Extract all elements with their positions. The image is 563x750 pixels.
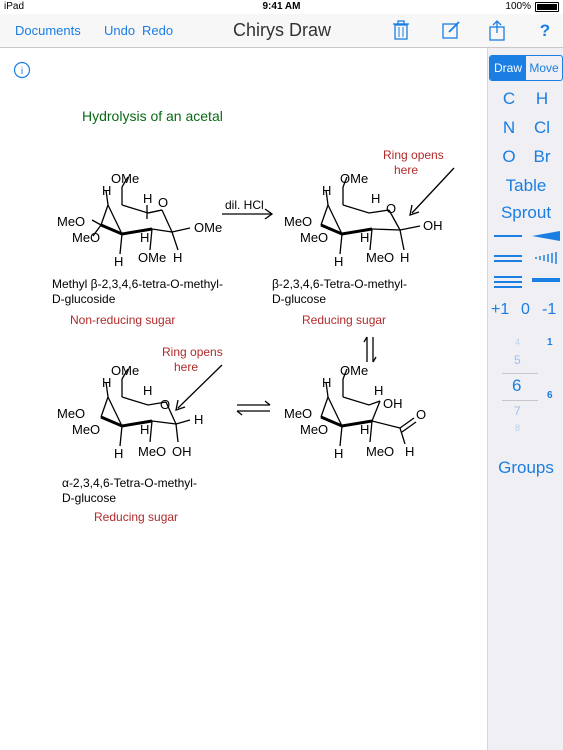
atom-h: H [334,254,343,269]
atom-h: H [194,412,203,427]
atom-ome: OMe [340,363,368,378]
reaction-scheme: OMe H H O MeO MeO OMe H H OMe H OMe H H … [57,148,455,461]
battery-icon [535,1,559,12]
hash-bond-icon[interactable] [535,252,557,264]
ring-size-option[interactable]: 7 [514,404,521,418]
atom-meo: MeO [300,422,328,437]
atom-h: H [140,230,149,245]
groups-button[interactable]: Groups [488,458,563,478]
atom-meo: MeO [300,230,328,245]
atom-meo: MeO [72,230,100,245]
atom-ome: OMe [111,363,139,378]
atom-h: H [173,250,182,265]
charge-minus-button[interactable]: -1 [542,301,556,319]
atom-meo: MeO [366,250,394,265]
atom-o: O [160,397,170,412]
atom-h: H [114,254,123,269]
element-c-button[interactable]: C [494,89,524,109]
ring-opens-note-1-line2: here [394,163,418,177]
charge-plus-button[interactable]: +1 [491,301,509,319]
atom-meo: MeO [138,444,166,459]
element-o-button[interactable]: O [494,147,524,167]
mol3-name-line1: α-2,3,4,6-Tetra-O-methyl- [62,476,197,490]
svg-text:?: ? [540,21,550,40]
element-n-button[interactable]: N [494,118,524,138]
move-mode-button[interactable]: Move [526,56,562,80]
atom-h: H [360,422,369,437]
battery-percent: 100% [505,1,531,12]
atom-oh: OH [172,444,192,459]
element-cl-button[interactable]: Cl [527,118,557,138]
atom-o: O [386,201,396,216]
atom-oh: OH [423,218,443,233]
atom-meo: MeO [284,406,312,421]
atom-h: H [322,375,331,390]
atom-h: H [334,446,343,461]
ring-opens-note-2: Ring opens [162,345,223,359]
atom-h: H [102,375,111,390]
atom-h: H [114,446,123,461]
wedge-bond-icon[interactable] [532,231,560,241]
ring-opens-note-1: Ring opens [383,148,444,162]
atom-h: H [374,383,383,398]
atom-meo: OMe [138,250,166,265]
ring-opens-note-2-line2: here [174,360,198,374]
atom-h: H [102,183,111,198]
atom-ome: OMe [111,171,139,186]
mol1-name-line1: Methyl β-2,3,4,6-tetra-O-methyl- [52,277,223,291]
tool-palette: Draw Move C H N Cl O Br Table Sprout +1 … [487,48,563,750]
atom-h: H [143,383,152,398]
atom-meo: MeO [72,422,100,437]
atom-h: H [400,250,409,265]
mol3-name-line2: D-glucose [62,491,117,505]
atom-h: H [140,422,149,437]
mol1-name-line2: D-glucoside [52,292,116,306]
charge-zero-button[interactable]: 0 [521,301,530,319]
bond-tools [494,231,560,288]
atom-oh: OH [383,396,403,411]
help-icon[interactable]: ? [534,19,556,41]
ring-size-option[interactable]: 4 [515,337,520,347]
ring-size-picker[interactable]: 4 5 6 7 8 [488,333,563,433]
atom-ome: OMe [340,171,368,186]
atom-h: H [322,183,331,198]
ring-size-option[interactable]: 8 [515,423,520,433]
mol2-name-line2: D-glucose [272,292,327,306]
ring-picker-count: 1 [547,337,553,348]
element-br-button[interactable]: Br [527,147,557,167]
atom-h: H [360,230,369,245]
atom-o: O [158,195,168,210]
ring-size-option[interactable]: 5 [514,353,521,367]
atom-ome: OMe [194,220,222,235]
mol2-name-line1: β-2,3,4,6-Tetra-O-methyl- [272,277,407,291]
mode-segmented-control[interactable]: Draw Move [489,55,563,81]
ring-size-selected[interactable]: 6 [512,376,521,396]
ring-picker-size: 6 [547,390,553,401]
atom-meo: MeO [57,214,85,229]
share-icon[interactable] [486,19,508,41]
mol1-type: Non-reducing sugar [70,313,176,327]
atom-h: H [371,191,380,206]
atom-h: H [405,444,414,459]
atom-meo: MeO [57,406,85,421]
draw-mode-button[interactable]: Draw [490,56,526,80]
atom-o: O [416,407,426,422]
sprout-button[interactable]: Sprout [488,203,563,223]
atom-meo: MeO [366,444,394,459]
atom-h: H [143,191,152,206]
periodic-table-button[interactable]: Table [488,176,563,196]
mol3-type: Reducing sugar [94,510,179,524]
battery-status: 100% [505,1,559,12]
reagent-label: dil. HCl [225,198,264,212]
atom-meo: MeO [284,214,312,229]
mol2-type: Reducing sugar [302,313,387,327]
element-h-button[interactable]: H [527,89,557,109]
